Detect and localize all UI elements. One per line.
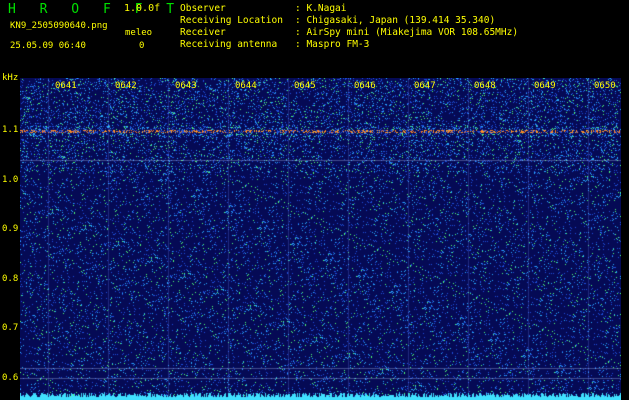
meleo-label: meleo bbox=[125, 28, 153, 38]
meleo-count: 0 bbox=[139, 41, 145, 51]
y-tick-label: 0.8 bbox=[2, 274, 19, 284]
info-value: : AirSpy mini (Miakejima VOR 108.65MHz) bbox=[295, 27, 519, 38]
info-key: Observer bbox=[180, 3, 226, 14]
info-key: Receiver bbox=[180, 27, 226, 38]
datetime-label: 25.05.09 06:40 bbox=[10, 41, 86, 51]
x-tick-label: 0645 bbox=[294, 81, 316, 91]
info-row-location: Receiving Location : Chigasaki, Japan (13… bbox=[180, 15, 495, 26]
x-tick-label: 0643 bbox=[175, 81, 197, 91]
y-tick-label: 1.1 bbox=[2, 125, 19, 135]
filename-label: KN9_2505090640.png bbox=[10, 21, 108, 31]
info-row-antenna: Receiving antenna : Maspro FM-3 bbox=[180, 39, 369, 50]
y-tick-label: 0.9 bbox=[2, 224, 19, 234]
x-tick-label: 0647 bbox=[414, 81, 436, 91]
x-tick-label: 0642 bbox=[115, 81, 137, 91]
x-tick-label: 0644 bbox=[235, 81, 257, 91]
y-axis-unit: kHz bbox=[2, 73, 19, 83]
y-tick-label: 1.0 bbox=[2, 175, 19, 185]
y-tick-label: 0.6 bbox=[2, 373, 19, 383]
x-tick-label: 0646 bbox=[354, 81, 376, 91]
info-value: : Maspro FM-3 bbox=[295, 39, 370, 50]
info-row-observer: Observer : K.Nagai bbox=[180, 3, 346, 14]
info-key: Receiving Location bbox=[180, 15, 283, 26]
x-tick-label: 0650 bbox=[594, 81, 616, 91]
info-row-receiver: Receiver : AirSpy mini (Miakejima VOR 108… bbox=[180, 27, 518, 38]
waterfall-spectrogram bbox=[20, 78, 621, 400]
info-key: Receiving antenna bbox=[180, 39, 278, 50]
x-tick-label: 0648 bbox=[474, 81, 496, 91]
x-tick-label: 0641 bbox=[55, 81, 77, 91]
y-tick-label: 0.7 bbox=[2, 323, 19, 333]
x-tick-label: 0649 bbox=[534, 81, 556, 91]
header-panel: H R O F F T 1.0.0f KN9_2505090640.png me… bbox=[0, 0, 629, 72]
info-value: : Chigasaki, Japan (139.414 35.340) bbox=[295, 15, 496, 26]
version-label: 1.0.0f bbox=[124, 3, 161, 14]
info-value: : K.Nagai bbox=[295, 3, 347, 14]
